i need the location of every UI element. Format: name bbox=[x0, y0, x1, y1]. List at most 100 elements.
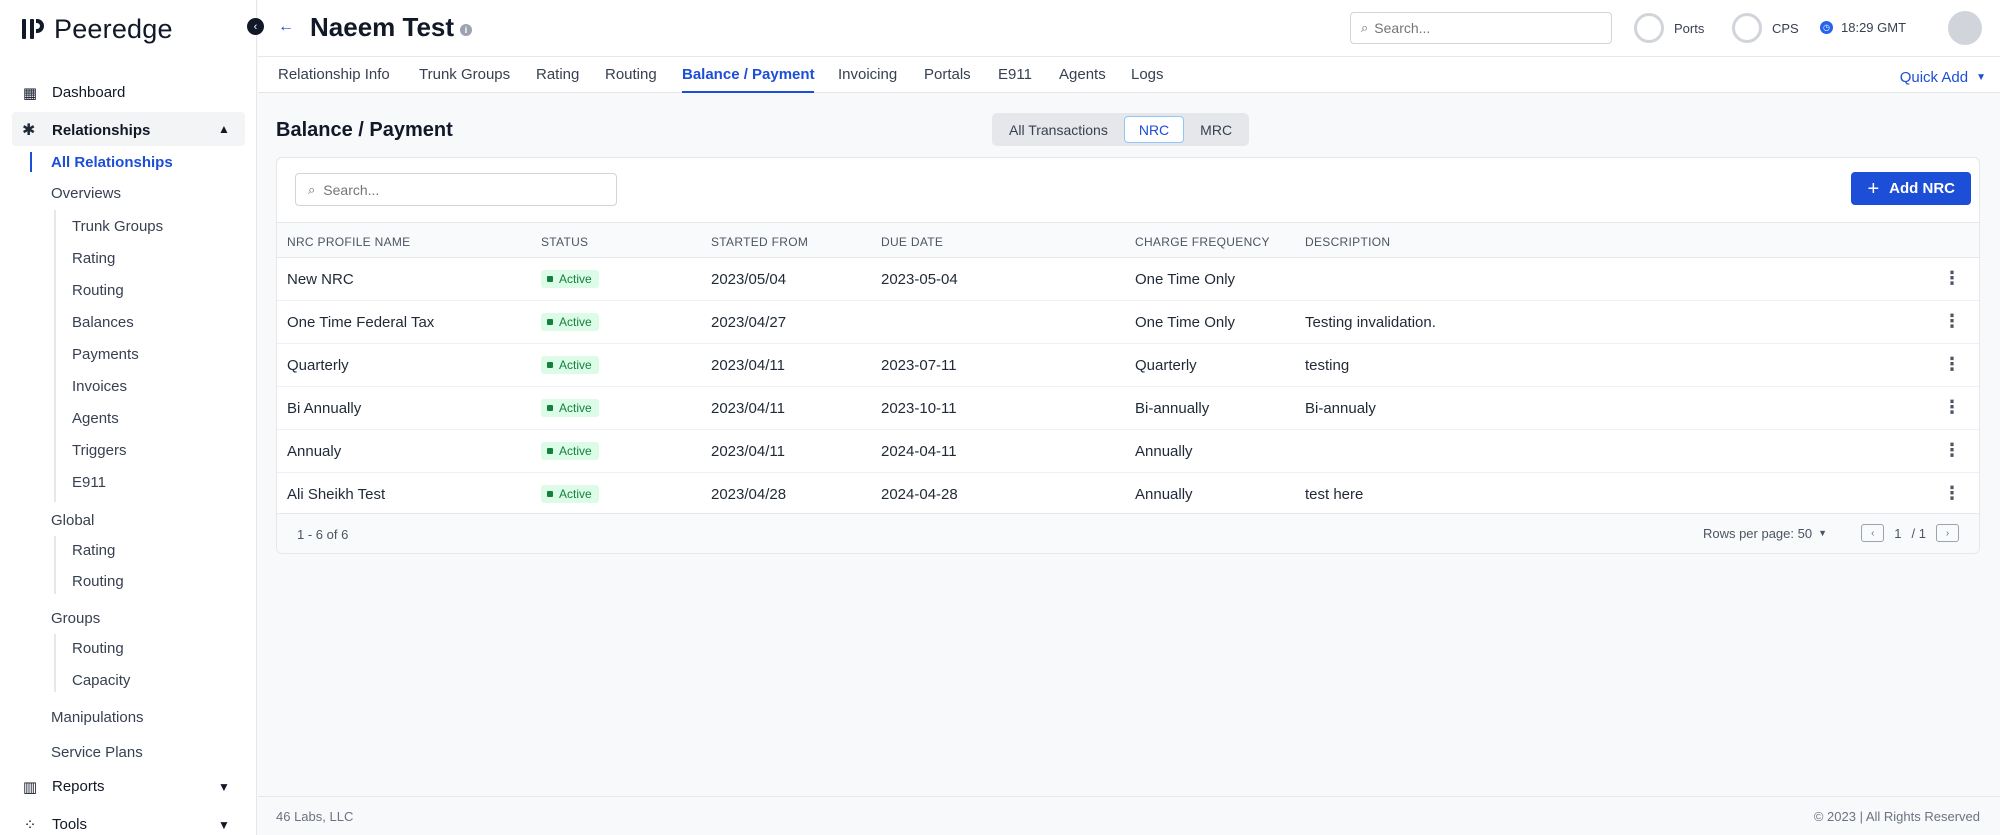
sidebar-item-invoices[interactable]: Invoices bbox=[72, 378, 127, 395]
sidebar-item-global-rating[interactable]: Rating bbox=[72, 542, 115, 559]
tab-agents[interactable]: Agents bbox=[1059, 66, 1106, 83]
sidebar-item-e911[interactable]: E911 bbox=[72, 474, 106, 491]
tab-invoicing[interactable]: Invoicing bbox=[838, 66, 897, 83]
sidebar-item-trunk-groups[interactable]: Trunk Groups bbox=[72, 218, 163, 235]
table-search-input[interactable] bbox=[323, 181, 604, 198]
column-header-started-from[interactable]: STARTED FROM bbox=[711, 235, 808, 249]
sidebar-item-routing[interactable]: Routing bbox=[72, 282, 124, 299]
sidebar-item-triggers[interactable]: Triggers bbox=[72, 442, 126, 459]
next-page-icon[interactable]: › bbox=[1936, 524, 1959, 542]
row-count: 1 - 6 of 6 bbox=[297, 527, 349, 542]
clock-icon: ◷ bbox=[1820, 21, 1833, 34]
transaction-type-switch: All Transactions NRC MRC bbox=[992, 113, 1250, 146]
row-menu-icon[interactable]: ⋮ bbox=[1943, 484, 1961, 502]
segment-nrc[interactable]: NRC bbox=[1123, 116, 1185, 143]
table-row[interactable]: New NRC Active 2023/05/04 2023-05-04 One Tim… bbox=[277, 258, 1979, 301]
sidebar-item-dashboard[interactable]: ▦ Dashboard bbox=[22, 84, 126, 102]
tab-balance-payment[interactable]: Balance / Payment bbox=[682, 66, 815, 83]
current-page: 1 bbox=[1894, 525, 1902, 541]
sidebar-item-agents[interactable]: Agents bbox=[72, 410, 119, 427]
sidebar-item-balances[interactable]: Balances bbox=[72, 314, 134, 331]
row-menu-icon[interactable]: ⋮ bbox=[1943, 441, 1961, 459]
tab-logs[interactable]: Logs bbox=[1131, 66, 1164, 83]
info-icon[interactable]: i bbox=[460, 24, 472, 36]
rows-per-page-label: Rows per page: 50 bbox=[1702, 526, 1813, 541]
sidebar-item-groups-routing[interactable]: Routing bbox=[72, 640, 124, 657]
tree-line bbox=[54, 210, 56, 502]
footer-company: 46 Labs, LLC bbox=[276, 809, 354, 824]
rows-per-page-select[interactable]: Rows per page: 50 ▼ bbox=[1703, 526, 1827, 541]
sidebar-item-groups[interactable]: Groups bbox=[51, 610, 100, 627]
ports-ring-icon bbox=[1634, 13, 1664, 43]
sidebar-item-relationships[interactable]: ✱ Relationships ▲ bbox=[12, 112, 245, 146]
cell-started-from: 2023/04/11 bbox=[711, 400, 785, 417]
row-menu-icon[interactable]: ⋮ bbox=[1943, 312, 1961, 330]
cell-charge-frequency: Annually bbox=[1135, 443, 1193, 460]
status-badge: Active bbox=[541, 399, 599, 417]
cell-description: testing bbox=[1305, 357, 1350, 374]
column-header-status[interactable]: STATUS bbox=[541, 235, 588, 249]
tab-e911[interactable]: E911 bbox=[998, 66, 1032, 83]
row-menu-icon[interactable]: ⋮ bbox=[1943, 355, 1961, 373]
logo[interactable]: Peeredge bbox=[22, 12, 173, 46]
table-row[interactable]: One Time Federal Tax Active 2023/04/27 One … bbox=[277, 301, 1979, 344]
add-nrc-label: Add NRC bbox=[1889, 180, 1955, 197]
row-menu-icon[interactable]: ⋮ bbox=[1943, 269, 1961, 287]
segment-all-transactions[interactable]: All Transactions bbox=[995, 116, 1122, 143]
cell-started-from: 2023/04/28 bbox=[711, 486, 787, 503]
sidebar-item-global[interactable]: Global bbox=[51, 512, 94, 529]
cell-due-date: 2023-07-11 bbox=[881, 357, 957, 374]
avatar[interactable] bbox=[1948, 11, 1982, 45]
sidebar-item-all-relationships[interactable]: All Relationships bbox=[51, 154, 173, 171]
collapse-sidebar-icon[interactable]: ‹ bbox=[247, 18, 264, 35]
cell-due-date: 2024-04-11 bbox=[881, 443, 957, 460]
column-header-due-date[interactable]: DUE DATE bbox=[881, 235, 943, 249]
sidebar-item-manipulations[interactable]: Manipulations bbox=[51, 709, 144, 726]
table-row[interactable]: Ali Sheikh Test Active 2023/04/28 2024-04-2… bbox=[277, 473, 1979, 516]
chevron-down-icon[interactable]: ▼ bbox=[218, 780, 230, 794]
sidebar-item-rating[interactable]: Rating bbox=[72, 250, 115, 267]
status-label: Active bbox=[559, 444, 592, 458]
row-menu-icon[interactable]: ⋮ bbox=[1943, 398, 1961, 416]
cell-started-from: 2023/04/11 bbox=[711, 357, 785, 374]
tab-bar: Relationship Info Trunk Groups Rating Ro… bbox=[258, 57, 2000, 93]
total-pages: / 1 bbox=[1911, 525, 1926, 541]
sidebar-item-overviews[interactable]: Overviews bbox=[51, 185, 121, 202]
sidebar-item-tools[interactable]: ⁘ Tools bbox=[22, 816, 87, 834]
tab-rating[interactable]: Rating bbox=[536, 66, 579, 83]
tab-portals[interactable]: Portals bbox=[924, 66, 971, 83]
table-row[interactable]: Quarterly Active 2023/04/11 2023-07-11 Quart… bbox=[277, 344, 1979, 387]
status-dot-icon bbox=[547, 491, 553, 497]
sidebar-item-reports[interactable]: ▥ Reports bbox=[22, 778, 105, 796]
segment-mrc[interactable]: MRC bbox=[1186, 116, 1246, 143]
column-header-name[interactable]: NRC PROFILE NAME bbox=[287, 235, 410, 249]
tab-relationship-info[interactable]: Relationship Info bbox=[278, 66, 390, 83]
footer-copyright: © 2023 | All Rights Reserved bbox=[1813, 809, 1980, 824]
table-row[interactable]: Annualy Active 2023/04/11 2024-04-11 Annuall… bbox=[277, 430, 1979, 473]
table-row[interactable]: Bi Annually Active 2023/04/11 2023-10-11 Bi-… bbox=[277, 387, 1979, 430]
tab-trunk-groups[interactable]: Trunk Groups bbox=[419, 66, 510, 83]
sidebar-item-groups-capacity[interactable]: Capacity bbox=[72, 672, 130, 689]
table-footer: 1 - 6 of 6 Rows per page: 50 ▼ ‹ 1 / 1 › bbox=[277, 513, 1979, 553]
sidebar-item-service-plans[interactable]: Service Plans bbox=[51, 744, 143, 761]
table-search[interactable]: ⌕ bbox=[295, 173, 617, 206]
sidebar-item-payments[interactable]: Payments bbox=[72, 346, 139, 363]
sidebar-item-global-routing[interactable]: Routing bbox=[72, 573, 124, 590]
back-arrow-icon[interactable]: ← bbox=[278, 18, 294, 36]
sidebar-item-label: Relationships bbox=[52, 122, 151, 139]
cell-description: Bi-annualy bbox=[1305, 400, 1376, 417]
global-search[interactable]: ⌕ bbox=[1350, 12, 1612, 44]
chevron-up-icon[interactable]: ▲ bbox=[218, 122, 230, 136]
chevron-down-icon[interactable]: ▼ bbox=[218, 818, 230, 832]
tree-line bbox=[54, 536, 56, 594]
previous-page-icon[interactable]: ‹ bbox=[1861, 524, 1885, 542]
column-header-charge-frequency[interactable]: CHARGE FREQUENCY bbox=[1135, 235, 1270, 249]
column-header-description[interactable]: DESCRIPTION bbox=[1305, 235, 1390, 249]
tab-routing[interactable]: Routing bbox=[605, 66, 657, 83]
global-search-input[interactable] bbox=[1374, 20, 1595, 36]
sidebar-item-label: Dashboard bbox=[52, 84, 126, 101]
quick-add-button[interactable]: Quick Add ▼ bbox=[1900, 69, 1986, 86]
add-nrc-button[interactable]: + Add NRC bbox=[1851, 172, 1971, 205]
tools-icon: ⁘ bbox=[23, 816, 37, 834]
cell-description: Testing invalidation. bbox=[1305, 314, 1436, 331]
